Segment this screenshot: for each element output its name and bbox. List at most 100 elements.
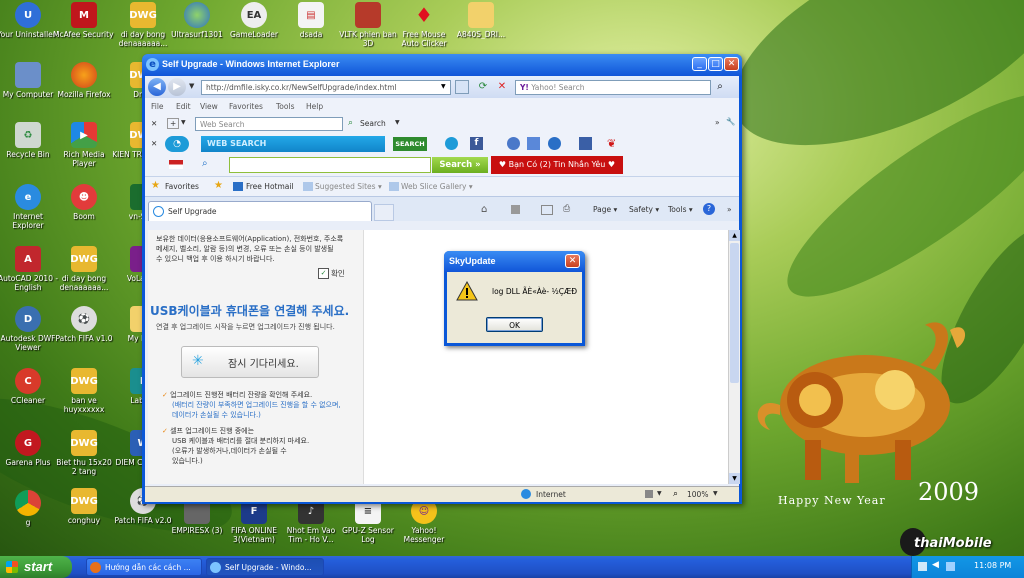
menu-view[interactable]: View bbox=[200, 102, 218, 111]
menu-file[interactable]: File bbox=[151, 102, 164, 111]
tray-icon[interactable] bbox=[918, 562, 927, 571]
start-button[interactable]: start bbox=[0, 556, 72, 578]
desktop-icon-rich-media-player[interactable]: ▶ Rich Media Player bbox=[53, 122, 115, 168]
zoom-icon[interactable]: ⌕ bbox=[673, 489, 678, 499]
feeds-icon[interactable] bbox=[511, 205, 520, 214]
desktop-icon-dwf-viewer[interactable]: D Autodesk DWF Viewer bbox=[0, 306, 59, 352]
free-hotmail-link[interactable]: Free Hotmail bbox=[246, 182, 294, 191]
confirm-checkbox[interactable]: ✓ bbox=[318, 268, 329, 279]
facebook-icon[interactable]: f bbox=[470, 137, 483, 150]
ie-title-bar[interactable]: e Self Upgrade - Windows Internet Explor… bbox=[142, 54, 742, 76]
taskbar-item-huong-dan[interactable]: Hướng dẫn các cách ... bbox=[86, 558, 202, 576]
chevron-down-icon[interactable]: ▼ bbox=[395, 119, 400, 126]
globe-icon[interactable] bbox=[548, 137, 561, 150]
desktop-icon-internet-explorer[interactable]: e Internet Explorer bbox=[0, 184, 59, 230]
add-favorites-icon[interactable]: ★ bbox=[214, 180, 223, 191]
desktop-icon-my-computer[interactable]: My Computer bbox=[0, 62, 59, 99]
desktop-icon-patch-fifa-1[interactable]: ⚽ Patch FIFA v1.0 bbox=[53, 306, 115, 343]
taskbar-item-self-upgrade[interactable]: Self Upgrade - Windo... bbox=[206, 558, 324, 576]
stop-icon[interactable]: ✕ bbox=[495, 80, 509, 94]
help-icon[interactable]: ? bbox=[703, 203, 715, 215]
home-icon[interactable]: ⌂ bbox=[481, 204, 487, 215]
desktop-icon-autocad[interactable]: A AutoCAD 2010 - English bbox=[0, 246, 59, 292]
desktop-icon-firefox[interactable]: Mozilla Firefox bbox=[53, 62, 115, 99]
web-slice-gallery-link[interactable]: Web Slice Gallery ▾ bbox=[401, 182, 473, 191]
desktop-icon-ccleaner[interactable]: C CCleaner bbox=[0, 368, 59, 405]
maximize-button[interactable]: □ bbox=[708, 57, 723, 71]
chevron-down-icon[interactable]: ▼ bbox=[657, 490, 662, 497]
desktop-icon-garena[interactable]: G Garena Plus bbox=[0, 430, 59, 467]
toolbar-search-button[interactable]: Search bbox=[360, 119, 386, 128]
promo-search-input[interactable] bbox=[229, 157, 431, 173]
search-icon[interactable]: ⌕ bbox=[713, 80, 727, 94]
desktop-icon-dsada[interactable]: ▤ dsada bbox=[280, 2, 342, 39]
vertical-scrollbar[interactable]: ▲ ▼ bbox=[728, 230, 740, 484]
ok-button[interactable]: OK bbox=[486, 317, 543, 332]
tab-self-upgrade[interactable]: Self Upgrade bbox=[148, 201, 372, 221]
close-button[interactable]: ✕ bbox=[724, 57, 739, 71]
forward-button[interactable]: ▶ bbox=[168, 78, 186, 96]
chevron-right-icon[interactable]: » bbox=[715, 118, 720, 127]
desktop-icon-dwg-1[interactable]: DWG di day bong denaaaaaa... bbox=[53, 246, 115, 292]
desktop-icon-recycle-bin[interactable]: ♻ Recycle Bin bbox=[0, 122, 59, 159]
menu-favorites[interactable]: Favorites bbox=[229, 102, 263, 111]
desktop-icon-gpuz-log[interactable]: ≡ GPU-Z Sensor Log bbox=[337, 498, 399, 544]
favorites-button[interactable]: Favorites bbox=[165, 182, 199, 191]
network-icon[interactable] bbox=[946, 562, 955, 571]
clock-icon[interactable] bbox=[445, 137, 458, 150]
address-dropdown-icon[interactable]: ▼ bbox=[441, 83, 446, 90]
desktop-icon-gameloader[interactable]: EA GameLoader bbox=[223, 2, 285, 39]
new-tab-button[interactable] bbox=[374, 204, 394, 221]
print-icon[interactable]: ⎙ bbox=[563, 204, 570, 214]
volume-icon[interactable]: ◀ bbox=[932, 560, 939, 570]
desktop-icon-vltk[interactable]: VLTK phien ban 3D bbox=[337, 2, 399, 48]
minimize-button[interactable]: _ bbox=[692, 57, 707, 71]
desktop-icon-a840s[interactable]: A840S_DRI... bbox=[450, 2, 512, 39]
wrench-icon[interactable]: 🔧 bbox=[726, 117, 735, 126]
page-menu[interactable]: Page ▾ bbox=[593, 205, 617, 214]
desktop-icon-g[interactable]: g bbox=[0, 490, 59, 527]
compat-view-icon[interactable] bbox=[455, 80, 469, 94]
desktop-icon-fifa-online[interactable]: F FIFA ONLINE 3(Vietnam) bbox=[223, 498, 285, 544]
dialog-title-bar[interactable]: SkyUpdate ✕ bbox=[444, 251, 585, 272]
clock[interactable]: 11:08 PM bbox=[974, 561, 1011, 570]
promo-message-button[interactable]: ♥ Bạn Có (2) Tin Nhắn Yêu ♥ bbox=[491, 156, 623, 174]
refresh-icon[interactable]: ⟳ bbox=[476, 80, 490, 94]
desktop-icon-dwg-4[interactable]: DWG conghuy bbox=[53, 488, 115, 525]
desktop-icon-nhot-em[interactable]: ♪ Nhot Em Vao Tim - Ho V... bbox=[280, 498, 342, 544]
chevron-down-icon[interactable]: ▼ bbox=[713, 490, 718, 497]
promo-search-button[interactable]: Search » bbox=[432, 157, 488, 173]
chat-icon[interactable] bbox=[527, 137, 540, 150]
wait-button[interactable]: ✳ 잠시 기다리세요. bbox=[181, 346, 319, 378]
zoom-level[interactable]: 100% bbox=[687, 490, 708, 499]
history-dropdown-icon[interactable]: ▼ bbox=[189, 82, 194, 90]
desktop-icon-boom[interactable]: ☻ Boom bbox=[53, 184, 115, 221]
dragon-icon[interactable]: ❦ bbox=[607, 137, 620, 150]
suggested-sites-link[interactable]: Suggested Sites ▾ bbox=[315, 182, 382, 191]
safety-menu[interactable]: Safety ▾ bbox=[629, 205, 659, 214]
menu-help[interactable]: Help bbox=[306, 102, 323, 111]
desktop-icon-ultrasurf[interactable]: Ultrasurf1301 bbox=[166, 2, 228, 39]
add-icon[interactable]: + bbox=[167, 118, 180, 129]
menu-edit[interactable]: Edit bbox=[176, 102, 191, 111]
read-mail-icon[interactable] bbox=[541, 205, 553, 215]
search-icon[interactable]: ⌕ bbox=[202, 158, 208, 169]
message-icon[interactable] bbox=[579, 137, 592, 150]
tools-menu[interactable]: Tools ▾ bbox=[668, 205, 693, 214]
desktop-icon-dwg-3[interactable]: DWG Biet thu 15x20 2 tang bbox=[53, 430, 115, 476]
desktop-icon-dwg-5[interactable]: DWG di day bong denaaaaaa... bbox=[112, 2, 174, 48]
desktop-icon-dwg-2[interactable]: DWG ban ve huyxxxxxx bbox=[53, 368, 115, 414]
desktop-icon-yahoo-messenger[interactable]: ☺ Yahoo! Messenger bbox=[393, 498, 455, 544]
desktop-icon-free-mouse-auto-clicker[interactable]: ♦ Free Mouse Auto Clicker bbox=[393, 2, 455, 48]
flag-icon[interactable] bbox=[169, 160, 183, 169]
scroll-down-arrow[interactable]: ▼ bbox=[729, 473, 740, 484]
menu-tools[interactable]: Tools bbox=[276, 102, 294, 111]
desktop-icon-mcafee[interactable]: M McAfee Security Sc... bbox=[53, 2, 115, 39]
scroll-up-arrow[interactable]: ▲ bbox=[729, 230, 740, 241]
dialog-close-button[interactable]: ✕ bbox=[565, 254, 580, 268]
address-input[interactable]: http://dmfile.isky.co.kr/NewSelfUpgrade/… bbox=[201, 80, 451, 95]
chevron-right-icon[interactable]: » bbox=[727, 205, 732, 214]
protected-mode-icon[interactable] bbox=[645, 490, 653, 498]
people-icon[interactable] bbox=[507, 137, 520, 150]
close-toolbar-icon[interactable]: ✕ bbox=[151, 139, 157, 148]
